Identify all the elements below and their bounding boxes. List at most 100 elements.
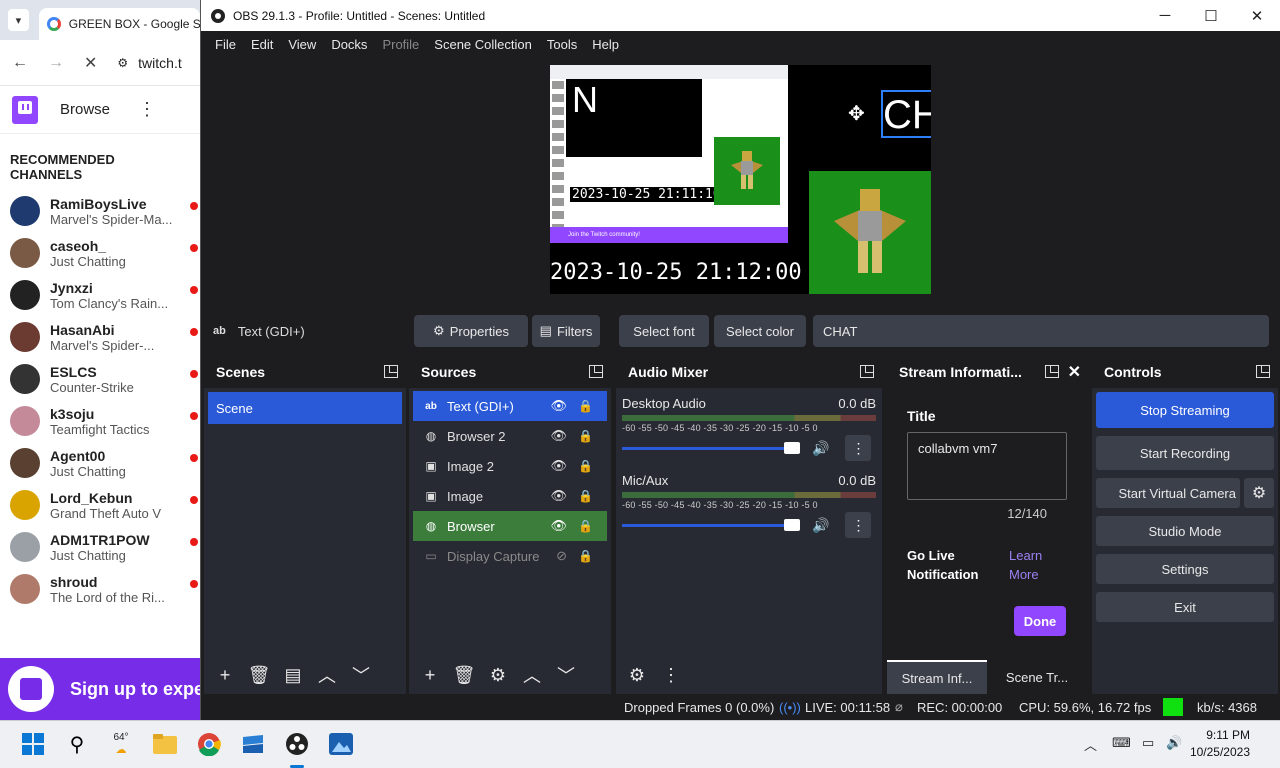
windows-start-icon[interactable] — [20, 731, 46, 757]
tab-search-button[interactable]: ▾ — [8, 9, 29, 31]
menu-docks[interactable]: Docks — [325, 37, 373, 52]
more-icon[interactable]: ⋮ — [845, 512, 872, 538]
move-up-icon[interactable]: ︿ — [312, 660, 342, 690]
move-up-icon[interactable]: ︿ — [517, 660, 547, 690]
learn-more-link[interactable]: Learn More — [1009, 546, 1042, 584]
start-recording-button[interactable]: Start Recording — [1096, 436, 1274, 470]
more-icon[interactable]: ⋮ — [138, 99, 156, 120]
close-icon[interactable]: ✕ — [1234, 0, 1280, 31]
undock-icon[interactable] — [1256, 365, 1270, 378]
eye-icon[interactable]: 👁 — [550, 398, 567, 414]
menu-profile[interactable]: Profile — [376, 37, 425, 52]
virtual-camera-settings-icon[interactable]: ⚙ — [1244, 478, 1274, 508]
channel-item[interactable]: Jynxzi Tom Clancy's Rain... — [0, 274, 200, 316]
properties-button[interactable]: ⚙ Properties — [414, 315, 528, 347]
stop-icon[interactable]: ✕ — [84, 53, 97, 73]
trash-icon[interactable]: 🗑 — [244, 660, 274, 690]
undock-icon[interactable] — [860, 365, 874, 378]
close-icon[interactable]: ✕ — [1068, 362, 1081, 382]
undock-icon[interactable] — [589, 365, 603, 378]
lock-icon[interactable]: 🔒 — [578, 549, 593, 563]
maximize-icon[interactable]: ☐ — [1188, 0, 1234, 31]
select-color-button[interactable]: Select color — [714, 315, 806, 347]
volume-slider[interactable] — [622, 441, 800, 454]
lock-icon[interactable]: 🔒 — [578, 489, 593, 503]
channel-item[interactable]: caseoh_ Just Chatting — [0, 232, 200, 274]
source-item[interactable]: ◍ Browser 👁 🔒 — [413, 511, 607, 541]
channel-item[interactable]: Agent00 Just Chatting — [0, 442, 200, 484]
show-hidden-icons[interactable]: ︿ — [1084, 735, 1097, 754]
obs-taskbar-icon[interactable] — [284, 731, 310, 757]
done-button[interactable]: Done — [1014, 606, 1066, 636]
file-explorer-icon[interactable] — [152, 731, 178, 757]
more-icon[interactable]: ⋮ — [845, 435, 872, 461]
source-item[interactable]: ▣ Image 2 👁 🔒 — [413, 451, 607, 481]
settings-button[interactable]: Settings — [1096, 554, 1274, 584]
eye-icon[interactable]: 👁 — [550, 428, 567, 444]
start-virtual-camera-button[interactable]: Start Virtual Camera — [1096, 478, 1240, 508]
add-icon[interactable]: + — [415, 660, 445, 690]
back-icon[interactable]: ← — [12, 54, 28, 72]
twitch-logo-icon[interactable] — [12, 95, 38, 124]
forward-icon[interactable]: → — [48, 54, 64, 72]
preview-selected-text-source[interactable]: CH — [881, 90, 931, 138]
tab-scene-transitions[interactable]: Scene Tr... — [987, 660, 1087, 694]
source-item[interactable]: ◍ Browser 2 👁 🔒 — [413, 421, 607, 451]
filters-icon[interactable]: ▤ — [278, 660, 308, 690]
eye-icon[interactable]: 👁 — [550, 458, 567, 474]
channel-item[interactable]: Lord_Kebun Grand Theft Auto V — [0, 484, 200, 526]
preview-canvas[interactable]: N 2023-10-25 21:11:16 Join the Twitch co… — [550, 65, 931, 294]
undock-icon[interactable] — [384, 365, 398, 378]
gear-icon[interactable]: ⚙ — [483, 660, 513, 690]
store-icon[interactable] — [240, 731, 266, 757]
chrome-tab[interactable]: GREEN BOX - Google Se — [38, 8, 200, 40]
select-font-button[interactable]: Select font — [619, 315, 709, 347]
eye-hidden-icon[interactable]: ⊘ — [556, 548, 567, 564]
keyboard-icon[interactable]: ⌨ — [1112, 735, 1131, 751]
add-icon[interactable]: + — [210, 660, 240, 690]
photos-icon[interactable] — [328, 731, 354, 757]
menu-file[interactable]: File — [209, 37, 242, 52]
address-bar[interactable]: ⚙ twitch.t — [117, 55, 181, 71]
lock-icon[interactable]: 🔒 — [578, 519, 593, 533]
more-icon[interactable]: ⋮ — [656, 660, 686, 690]
site-info-icon[interactable]: ⚙ — [117, 56, 128, 70]
speaker-icon[interactable]: 🔊 — [812, 440, 829, 457]
stream-title-input[interactable]: collabvm vm7 — [907, 432, 1067, 500]
advanced-audio-icon[interactable]: ⚙ — [622, 660, 652, 690]
filters-button[interactable]: ▤ Filters — [532, 315, 600, 347]
trash-icon[interactable]: 🗑 — [449, 660, 479, 690]
exit-button[interactable]: Exit — [1096, 592, 1274, 622]
volume-slider[interactable] — [622, 518, 800, 531]
eye-icon[interactable]: 👁 — [550, 518, 567, 534]
chrome-icon[interactable] — [196, 731, 222, 757]
scene-item[interactable]: Scene — [208, 392, 402, 424]
move-down-icon[interactable]: ﹀ — [346, 660, 376, 690]
menu-scene-collection[interactable]: Scene Collection — [428, 37, 538, 52]
browse-link[interactable]: Browse — [60, 101, 110, 118]
lock-icon[interactable]: 🔒 — [578, 459, 593, 473]
lock-icon[interactable]: 🔒 — [578, 429, 593, 443]
speaker-icon[interactable]: 🔊 — [812, 517, 829, 534]
network-icon[interactable]: ▭ — [1142, 735, 1154, 751]
tab-stream-info[interactable]: Stream Inf... — [887, 660, 987, 694]
channel-item[interactable]: HasanAbi Marvel's Spider-... — [0, 316, 200, 358]
undock-icon[interactable] — [1045, 365, 1059, 378]
eye-icon[interactable]: 👁 — [550, 488, 567, 504]
system-clock[interactable]: 9:11 PM 10/25/2023 — [1190, 727, 1250, 761]
source-item[interactable]: ▭ Display Capture ⊘ 🔒 — [413, 541, 607, 571]
channel-item[interactable]: ADM1TR1POW Just Chatting — [0, 526, 200, 568]
menu-help[interactable]: Help — [586, 37, 625, 52]
lock-icon[interactable]: 🔒 — [578, 399, 593, 413]
menu-view[interactable]: View — [282, 37, 322, 52]
volume-icon[interactable]: 🔊 — [1166, 735, 1182, 751]
studio-mode-button[interactable]: Studio Mode — [1096, 516, 1274, 546]
channel-item[interactable]: RamiBoysLive Marvel's Spider-Ma... — [0, 190, 200, 232]
menu-tools[interactable]: Tools — [541, 37, 583, 52]
text-source-value-field[interactable]: CHAT — [813, 315, 1269, 347]
channel-item[interactable]: ESLCS Counter-Strike — [0, 358, 200, 400]
channel-item[interactable]: shroud The Lord of the Ri... — [0, 568, 200, 610]
source-item[interactable]: ▣ Image 👁 🔒 — [413, 481, 607, 511]
search-icon[interactable]: ⚲ — [64, 731, 90, 757]
stop-streaming-button[interactable]: Stop Streaming — [1096, 392, 1274, 428]
